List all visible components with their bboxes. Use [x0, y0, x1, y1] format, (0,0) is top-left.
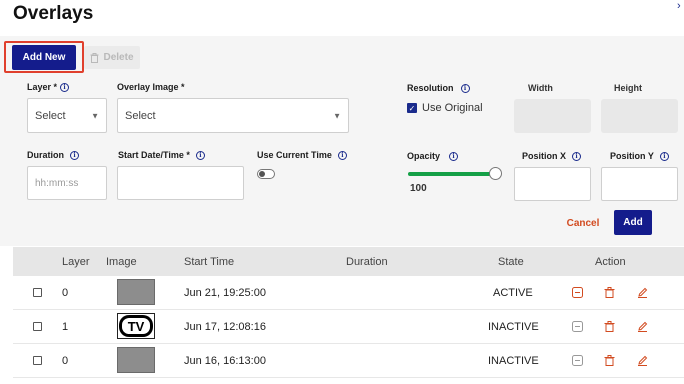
caret-down-icon: ▼: [333, 111, 341, 120]
row-layer: 1: [62, 321, 69, 333]
use-current-time-toggle[interactable]: [257, 169, 275, 179]
trash-icon[interactable]: [604, 321, 615, 332]
layer-label-text: Layer *: [27, 82, 58, 92]
layer-select-value: Select: [35, 109, 66, 122]
opacity-label: Opacity i: [407, 151, 459, 161]
row-layer: 0: [62, 355, 69, 367]
use-original-label: Use Original: [422, 102, 483, 114]
column-header-state[interactable]: State: [498, 256, 524, 268]
edit-icon[interactable]: [637, 287, 648, 298]
info-icon[interactable]: i: [460, 83, 470, 93]
info-icon[interactable]: i: [572, 151, 582, 161]
position-x-label-text: Position X: [522, 151, 567, 161]
use-current-time-label: Use Current Time i: [257, 150, 347, 160]
table-row[interactable]: 0 Jun 21, 19:25:00 ACTIVE: [13, 276, 684, 310]
add-button[interactable]: Add: [614, 210, 652, 235]
caret-down-icon: ▼: [91, 111, 99, 120]
delete-button[interactable]: Delete: [84, 46, 140, 69]
add-new-button[interactable]: Add New: [12, 45, 76, 70]
column-header-layer[interactable]: Layer: [62, 256, 90, 268]
table-header: Layer Image Start Time Duration State Ac…: [13, 247, 684, 276]
position-y-label: Position Y i: [610, 151, 669, 161]
row-checkbox[interactable]: [33, 288, 42, 297]
row-checkbox[interactable]: [33, 356, 42, 365]
use-original-checkbox[interactable]: ✓ Use Original: [407, 102, 483, 114]
opacity-slider-thumb[interactable]: [489, 167, 502, 180]
start-datetime-label-text: Start Date/Time *: [118, 150, 190, 160]
info-icon[interactable]: i: [449, 151, 459, 161]
layer-select[interactable]: Select ▼: [27, 98, 107, 133]
info-icon[interactable]: i: [60, 82, 70, 92]
activate-icon[interactable]: [572, 355, 583, 366]
row-checkbox[interactable]: [33, 322, 42, 331]
row-start-time: Jun 16, 16:13:00: [184, 355, 266, 367]
row-start-time: Jun 21, 19:25:00: [184, 287, 266, 299]
resolution-label-text: Resolution: [407, 83, 454, 93]
row-layer: 0: [62, 287, 69, 299]
activate-icon[interactable]: [572, 321, 583, 332]
position-x-input[interactable]: [514, 167, 591, 201]
overlay-image-label-text: Overlay Image *: [117, 82, 185, 92]
opacity-value: 100: [410, 183, 427, 194]
info-icon[interactable]: i: [337, 150, 347, 160]
width-input: [514, 99, 591, 133]
column-header-start-time[interactable]: Start Time: [184, 256, 234, 268]
height-input: [601, 99, 678, 133]
info-icon[interactable]: i: [70, 150, 79, 160]
table-row[interactable]: 0 Jun 16, 16:13:00 INACTIVE: [13, 344, 684, 378]
edit-icon[interactable]: [637, 321, 648, 332]
layer-label: Layer * i: [27, 82, 70, 92]
chevron-right-icon[interactable]: ›: [677, 0, 681, 12]
edit-icon[interactable]: [637, 355, 648, 366]
deactivate-icon[interactable]: [572, 287, 583, 298]
delete-label: Delete: [103, 52, 134, 63]
row-state: INACTIVE: [488, 321, 539, 333]
table-row[interactable]: 1 TV Jun 17, 12:08:16 INACTIVE: [13, 310, 684, 344]
height-label: Height: [614, 83, 642, 93]
row-state: ACTIVE: [493, 287, 533, 299]
row-start-time: Jun 17, 12:08:16: [184, 321, 266, 333]
row-state: INACTIVE: [488, 355, 539, 367]
position-x-label: Position X i: [522, 151, 582, 161]
overlay-thumbnail: [117, 279, 155, 305]
duration-input[interactable]: hh:mm:ss: [27, 166, 107, 200]
trash-icon[interactable]: [604, 355, 615, 366]
tv-logo-icon: TV: [119, 315, 153, 337]
start-datetime-input[interactable]: [117, 166, 244, 200]
svg-text:TV: TV: [128, 319, 145, 334]
overlay-image-label: Overlay Image *: [117, 82, 185, 92]
opacity-slider-track[interactable]: [408, 172, 496, 176]
duration-label-text: Duration: [27, 150, 64, 160]
position-y-input[interactable]: [601, 167, 678, 201]
duration-label: Duration i: [27, 150, 79, 160]
overlay-image-select[interactable]: Select ▼: [117, 98, 349, 133]
opacity-label-text: Opacity: [407, 151, 441, 161]
trash-icon[interactable]: [604, 287, 615, 298]
column-header-action: Action: [595, 256, 626, 268]
use-current-time-label-text: Use Current Time: [257, 150, 332, 160]
column-header-image[interactable]: Image: [106, 256, 137, 268]
resolution-label: Resolution i: [407, 83, 470, 93]
trash-icon: [90, 52, 99, 63]
overlay-thumbnail: [117, 347, 155, 373]
position-y-label-text: Position Y: [610, 151, 654, 161]
start-datetime-label: Start Date/Time * i: [118, 150, 205, 160]
overlay-image-select-value: Select: [125, 109, 156, 122]
info-icon[interactable]: i: [659, 151, 669, 161]
page-title: Overlays: [13, 3, 94, 24]
tv-logo-thumbnail: TV: [117, 313, 155, 339]
cancel-button[interactable]: Cancel: [560, 212, 606, 234]
duration-placeholder: hh:mm:ss: [35, 177, 79, 189]
info-icon[interactable]: i: [195, 150, 205, 160]
check-icon: ✓: [407, 103, 417, 113]
width-label: Width: [528, 83, 553, 93]
column-header-duration[interactable]: Duration: [346, 256, 388, 268]
